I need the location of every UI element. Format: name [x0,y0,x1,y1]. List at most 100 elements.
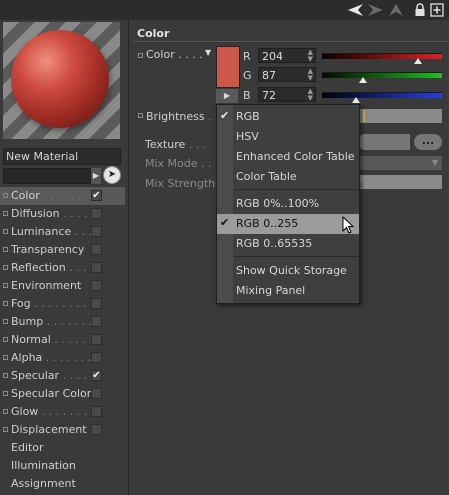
channel-dot [3,355,8,360]
channel-dot [3,337,8,342]
channel-label: Normal . . . . . . [11,333,93,346]
g-slider-knob[interactable] [358,77,367,83]
param-dot [138,53,143,58]
channel-dot [3,265,8,270]
channel-item[interactable]: Environment [0,277,125,295]
channel-item[interactable]: Editor [0,439,125,457]
channel-label: Assignment [11,477,76,490]
r-slider[interactable] [322,53,442,64]
channel-checkbox[interactable] [91,298,102,309]
b-label: B [243,89,251,102]
channel-label: Specular . . . . . [11,369,95,382]
mouse-cursor-icon [342,216,354,234]
channel-item[interactable]: Glow . . . . . . . . [0,403,125,421]
material-name[interactable]: New Material [3,148,121,165]
menu-item[interactable]: Show Quick Storage [217,261,359,281]
channel-item[interactable]: Luminance . . . . [0,223,125,241]
channel-checkbox[interactable] [91,280,102,291]
channel-checkbox[interactable]: ✔ [91,190,102,201]
mix-mode-select[interactable] [357,156,442,170]
play-arrow-icon[interactable]: ▶ [91,168,101,184]
b-slider-knob[interactable] [351,97,360,103]
texture-browse-button[interactable]: ... [414,134,442,150]
channel-item[interactable]: Fog . . . . . . . . [0,295,125,313]
g-value: 87 [262,69,276,82]
back-arrow-icon[interactable] [347,3,365,17]
spin-arrows-icon[interactable]: ▲ ▼ [308,88,313,102]
menu-item-label: RGB 0..65535 [236,237,313,250]
color-mode-button[interactable]: ▶ [216,89,238,103]
channel-label: Illumination [11,459,76,472]
spin-arrows-icon[interactable]: ▲ ▼ [308,68,313,82]
menu-item[interactable]: Mixing Panel [217,281,359,301]
channel-checkbox[interactable] [91,244,102,255]
menu-item[interactable]: ✔ RGB [217,107,359,127]
r-value-field[interactable]: 204 ▲ ▼ [258,48,316,63]
channel-checkbox[interactable] [91,226,102,237]
material-preview[interactable] [3,22,120,139]
channel-label: Editor [11,441,44,454]
channel-checkbox[interactable]: ✔ [91,370,102,381]
channel-item[interactable]: Transparency [0,241,125,259]
color-swatch[interactable] [216,46,240,88]
texture-field[interactable] [357,134,410,150]
channel-item[interactable]: Color . . . . . . ✔ [0,187,125,205]
channel-checkbox[interactable] [91,316,102,327]
channel-item[interactable]: Specular Color [0,385,125,403]
chevron-down-icon[interactable]: ▼ [432,156,438,170]
channel-label: Reflection . . . . [11,261,94,274]
material-search-field[interactable] [3,168,91,184]
channel-dot [3,409,8,414]
menu-item-label: Color Table [236,170,297,183]
spin-arrows-icon[interactable]: ▲ ▼ [308,49,313,63]
menu-item[interactable]: RGB 0..65535 [217,234,359,254]
channel-item[interactable]: Illumination [0,457,125,475]
up-arrow-icon[interactable] [388,3,404,17]
channel-item[interactable]: Specular . . . . . ✔ [0,367,125,385]
channel-dot [3,319,8,324]
b-value-field[interactable]: 72 ▲ ▼ [258,87,316,102]
g-value-field[interactable]: 87 ▲ ▼ [258,67,316,82]
channel-dot [3,247,8,252]
menu-item[interactable]: Enhanced Color Table [217,147,359,167]
g-slider[interactable] [322,72,442,83]
channel-dot [3,193,8,198]
channel-checkbox[interactable] [91,208,102,219]
channel-checkbox[interactable] [91,262,102,273]
forward-arrow-icon[interactable] [366,3,384,17]
b-slider[interactable] [322,92,442,103]
channel-checkbox[interactable] [91,334,102,345]
channel-item[interactable]: Normal . . . . . . [0,331,125,349]
menu-item-label: HSV [236,130,259,143]
brightness-slider-knob[interactable] [363,110,365,122]
menu-item[interactable]: HSV [217,127,359,147]
channel-item[interactable]: Assignment [0,475,125,493]
menu-item[interactable]: Color Table [217,167,359,187]
channel-checkbox[interactable] [91,388,102,399]
r-value: 204 [262,50,283,63]
channel-item[interactable]: Reflection . . . . [0,259,125,277]
menu-item[interactable]: ✔ RGB 0..255 [217,214,359,234]
mix-mode-label: Mix Mode . . . [145,157,219,170]
lock-icon[interactable] [413,3,427,17]
section-divider [133,41,449,42]
channel-dot [3,283,8,288]
mix-strength-slider[interactable] [357,175,442,189]
channel-item[interactable]: Diffusion . . . . . [0,205,125,223]
channel-item[interactable]: Displacement [0,421,125,439]
new-panel-icon[interactable] [430,3,444,17]
r-slider-knob[interactable] [414,58,422,64]
channel-label: Displacement [11,423,87,436]
color-menu-arrow-icon[interactable]: ▼ [205,48,211,57]
channel-checkbox[interactable] [91,406,102,417]
menu-item[interactable]: RGB 0%..100% [217,194,359,214]
channel-checkbox[interactable] [91,352,102,363]
channel-checkbox[interactable] [91,424,102,435]
channel-item[interactable]: Alpha . . . . . . . [0,349,125,367]
section-title: Color [137,27,170,40]
channel-dot [3,301,8,306]
mix-strength-slider-knob[interactable] [361,182,362,188]
channel-item[interactable]: Bump . . . . . . . [0,313,125,331]
brightness-slider[interactable] [360,109,442,123]
pointer-icon[interactable]: ➤ [103,166,121,184]
